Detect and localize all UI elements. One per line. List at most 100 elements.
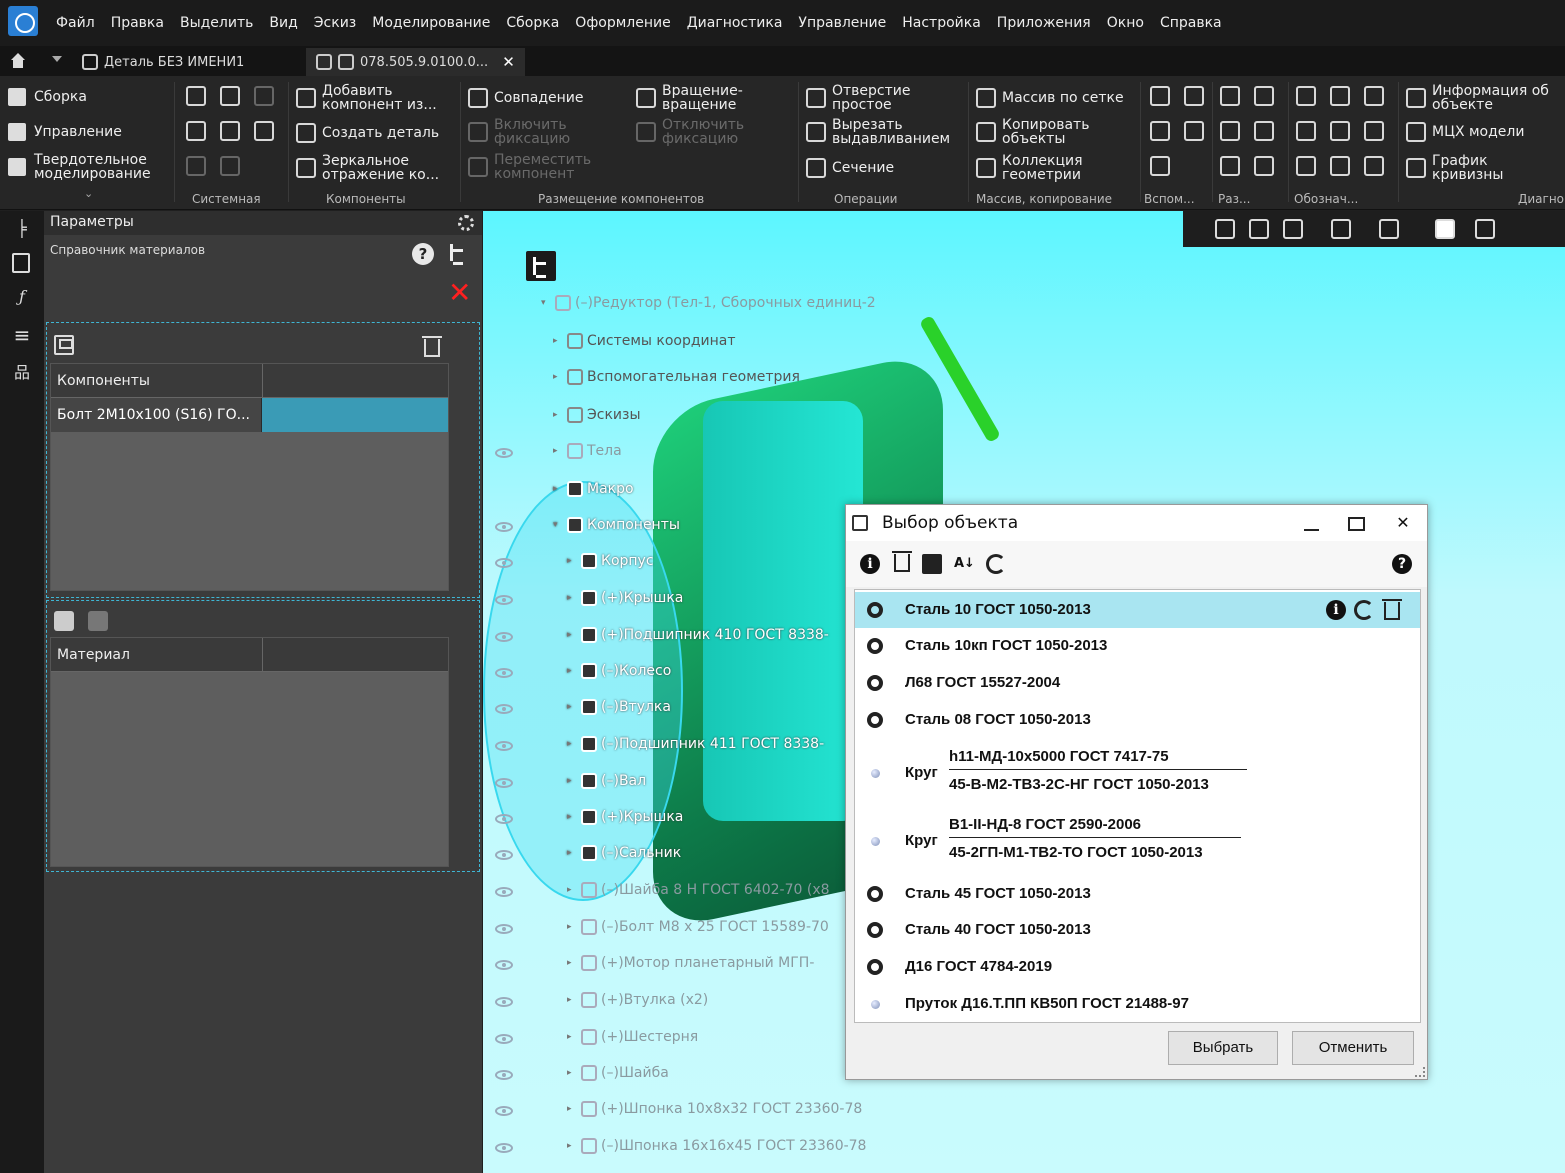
group-dimensions[interactable]: Раз... [1218, 192, 1250, 206]
list-item[interactable]: Сталь 08 ГОСТ 1050-2013 [855, 702, 1420, 738]
aux-curve-icon[interactable] [1150, 156, 1170, 176]
open-folder-icon[interactable] [220, 86, 240, 106]
aux-line-icon[interactable] [1150, 121, 1170, 141]
copy-objects-button[interactable]: Копировать объекты [976, 118, 1126, 146]
grid-array-button[interactable]: Массив по сетке [976, 88, 1124, 108]
eye-icon[interactable] [495, 668, 513, 678]
parameters-icon[interactable] [12, 253, 30, 273]
wireframe-icon[interactable] [1475, 219, 1495, 239]
coincidence-button[interactable]: Совпадение [468, 88, 583, 108]
kompas-logo-icon[interactable] [8, 6, 38, 36]
tree-node-seal[interactable]: ▸ (–) Сальник [567, 845, 681, 861]
list-item[interactable]: Д16 ГОСТ 4784-2019 [855, 949, 1420, 985]
orientation-icon[interactable] [1379, 219, 1399, 239]
pan-icon[interactable] [1331, 219, 1351, 239]
save-icon[interactable] [254, 86, 274, 106]
minimize-icon[interactable] [1296, 511, 1326, 535]
redo-icon[interactable] [220, 156, 240, 176]
home-icon[interactable] [10, 53, 26, 69]
list-item[interactable]: Сталь 40 ГОСТ 1050-2013 [855, 912, 1420, 948]
view-orient-icon[interactable] [1215, 219, 1235, 239]
eye-icon[interactable] [495, 924, 513, 934]
group-system[interactable]: Системная [192, 192, 261, 206]
menu-diagnostics[interactable]: Диагностика [679, 15, 791, 31]
base-icon[interactable] [1330, 86, 1350, 106]
refresh-icon[interactable] [986, 554, 1006, 574]
section-button[interactable]: Сечение [806, 158, 894, 178]
group-components[interactable]: Компоненты [326, 192, 406, 206]
close-icon[interactable]: ✕ [448, 279, 471, 307]
eye-icon[interactable] [495, 448, 513, 458]
tree-node-bushing[interactable]: ▸ (–) Втулка [567, 699, 671, 715]
aux-point-icon[interactable] [1184, 121, 1204, 141]
tab-part-unnamed[interactable]: Деталь БЕЗ ИМЕНИ1 [72, 48, 254, 76]
tree-node-motor[interactable]: ▸ (+) Мотор планетарный МГП- [567, 955, 814, 971]
aux-axis-icon[interactable] [1150, 86, 1170, 106]
dimension-diameter-icon[interactable] [1254, 121, 1274, 141]
view-arrow-icon[interactable] [1330, 156, 1350, 176]
table-icon[interactable] [1296, 156, 1316, 176]
weld-icon[interactable] [1330, 121, 1350, 141]
menu-modeling[interactable]: Моделирование [364, 15, 498, 31]
tree-node-bearing-410[interactable]: ▸ (+) Подшипник 410 ГОСТ 8338- [567, 627, 829, 643]
eye-icon[interactable] [495, 1070, 513, 1080]
menu-select[interactable]: Выделить [172, 15, 261, 31]
move-component-button[interactable]: Переместить компонент [468, 153, 618, 181]
tree-node-housing[interactable]: ▸ Корпус [567, 553, 654, 569]
eye-icon[interactable] [495, 1143, 513, 1153]
tree-node-gear[interactable]: ▸ (+) Шестерня [567, 1029, 698, 1045]
info-icon[interactable]: i [1326, 600, 1346, 620]
tab-assembly-active[interactable]: 078.505.9.0100.0... ✕ [306, 48, 525, 76]
gear-icon[interactable] [458, 215, 474, 231]
leader-icon[interactable] [1296, 121, 1316, 141]
eye-icon[interactable] [495, 960, 513, 970]
group-diagnostics[interactable]: Диагно [1518, 192, 1564, 206]
tree-node-cover[interactable]: ▸ (+) Крышка [567, 590, 683, 606]
tree-root-icon[interactable] [526, 251, 556, 281]
list-item[interactable]: Круг h11-МД-10х5000 ГОСТ 7417-75 45-В-М2… [855, 740, 1420, 806]
add-component-button[interactable]: Добавить компонент из... [296, 84, 454, 112]
trash-icon[interactable] [892, 551, 912, 572]
menu-window[interactable]: Окно [1099, 15, 1152, 31]
tree-node-shaft[interactable]: ▸ (–) Вал [567, 773, 646, 789]
tree-node-key-10[interactable]: ▸ (+) Шпонка 10х8х32 ГОСТ 23360-78 [567, 1101, 862, 1117]
eye-icon[interactable] [495, 814, 513, 824]
tree-node-cover-2[interactable]: ▸ (+) Крышка [567, 809, 683, 825]
dialog-titlebar[interactable]: Выбор объекта ✕ [846, 505, 1427, 541]
menu-assembly[interactable]: Сборка [498, 15, 567, 31]
shaded-icon[interactable] [1435, 219, 1455, 239]
list-item[interactable]: Пруток Д16.Т.ПП КВ50П ГОСТ 21488-97 [855, 986, 1420, 1022]
mode-management[interactable]: Управление [8, 117, 122, 147]
hierarchy-icon[interactable]: 品 [12, 359, 32, 382]
eye-icon[interactable] [495, 1034, 513, 1044]
menu-file[interactable]: Файл [48, 15, 103, 31]
chevron-down-icon[interactable] [52, 56, 62, 62]
tree-node-washer[interactable]: ▸ (–) Шайба [567, 1065, 669, 1081]
marking-icon[interactable] [1364, 121, 1384, 141]
tree-node-components[interactable]: ▾ Компоненты [553, 517, 680, 533]
help-icon[interactable]: ? [1392, 554, 1412, 574]
resize-grip-icon[interactable] [1415, 1067, 1425, 1077]
group-designations[interactable]: Обознач... [1294, 192, 1358, 206]
tree-root[interactable]: ▾ (–) Редуктор (Тел-1, Сборочных единиц-2 [541, 295, 876, 311]
text-icon[interactable] [1364, 156, 1384, 176]
tree-node-washer-8[interactable]: ▸ (–) Шайба 8 Н ГОСТ 6402-70 (х8 [567, 882, 830, 898]
preview-icon[interactable] [220, 121, 240, 141]
eye-icon[interactable] [495, 522, 513, 532]
tree-node-bearing-411[interactable]: ▸ (–) Подшипник 411 ГОСТ 8338- [567, 736, 824, 752]
close-tab-icon[interactable]: ✕ [502, 53, 515, 71]
undo-icon[interactable] [186, 156, 206, 176]
cancel-button[interactable]: Отменить [1292, 1031, 1414, 1065]
aux-plane-icon[interactable] [1184, 86, 1204, 106]
cut-extrude-button[interactable]: Вырезать выдавливанием [806, 118, 966, 146]
eye-icon[interactable] [495, 997, 513, 1007]
menu-management[interactable]: Управление [790, 15, 894, 31]
sort-icon[interactable]: A↓ [954, 554, 975, 574]
table-row[interactable]: Болт 2М10х100 (S16) ГО... [51, 398, 448, 432]
eye-icon[interactable] [495, 632, 513, 642]
tree-node-coordinate-systems[interactable]: ▸ Системы координат [553, 333, 736, 349]
tree-node-sketches[interactable]: ▸ Эскизы [553, 407, 641, 423]
tree-node-bodies[interactable]: ▸ Тела [553, 443, 622, 459]
material-icon[interactable] [54, 611, 74, 631]
menu-edit[interactable]: Правка [103, 15, 172, 31]
